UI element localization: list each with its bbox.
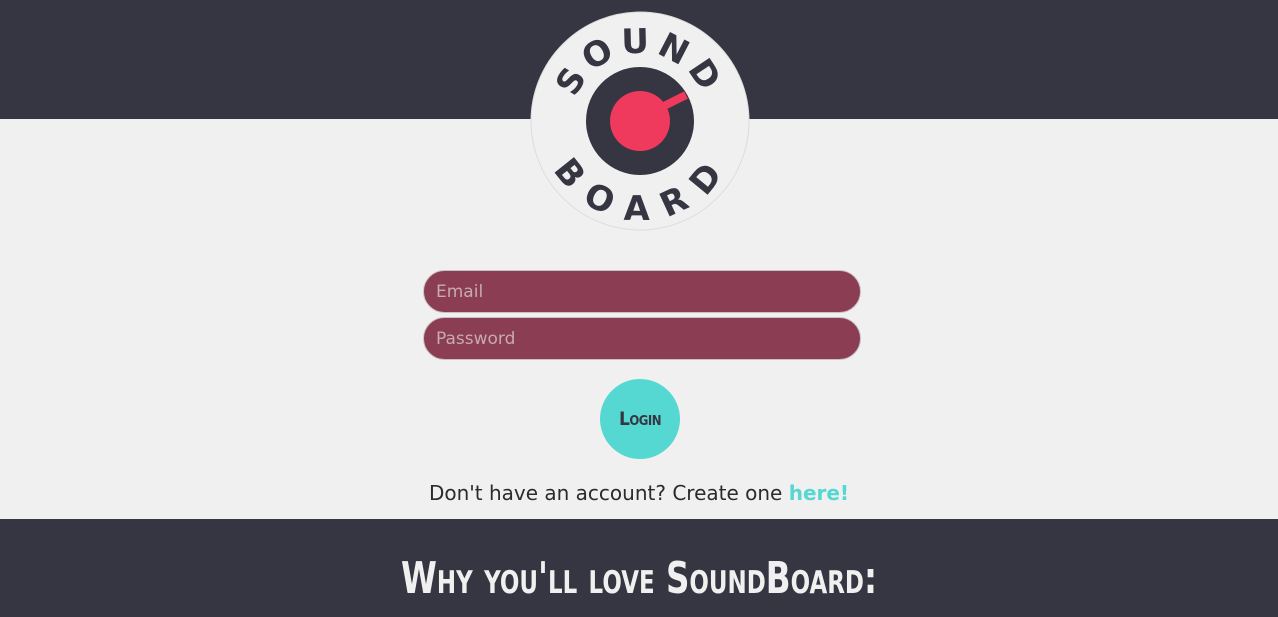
soundboard-logo[interactable]: SOUND BOARD xyxy=(530,11,750,231)
password-field[interactable] xyxy=(423,317,861,360)
record-icon: SOUND BOARD xyxy=(530,11,750,231)
signup-link[interactable]: here! xyxy=(789,481,849,505)
email-field[interactable] xyxy=(423,270,861,313)
signup-prompt: Don't have an account? Create one here! xyxy=(0,481,1278,505)
signup-prompt-text: Don't have an account? Create one xyxy=(428,481,789,505)
login-button-label: Login xyxy=(618,408,662,430)
login-button[interactable]: Login xyxy=(600,379,680,459)
features-heading: Why you'll love SoundBoard: xyxy=(401,553,877,604)
